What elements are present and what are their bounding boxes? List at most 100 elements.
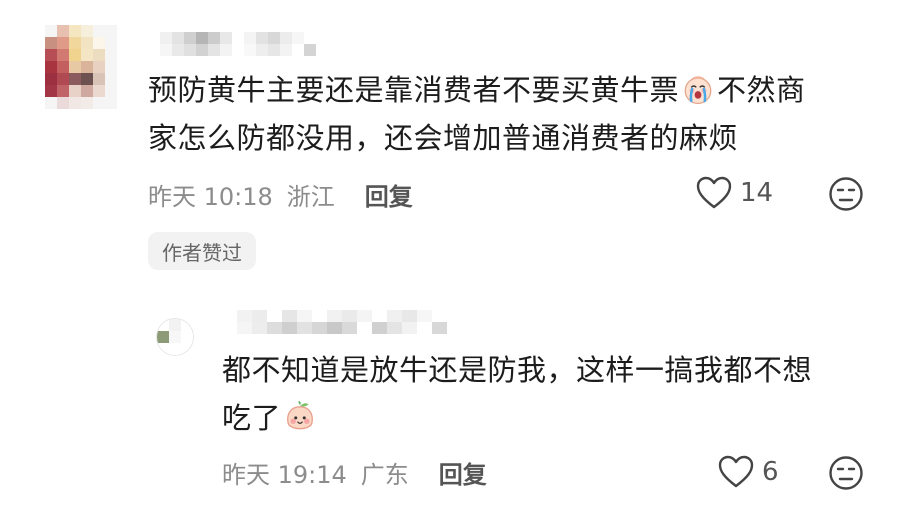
name-mosaic-cell <box>372 310 387 322</box>
name-mosaic-cell <box>237 322 252 334</box>
comment-like-count: 14 <box>740 178 774 208</box>
name-mosaic-cell <box>267 322 282 334</box>
name-mosaic-cell <box>387 310 402 322</box>
avatar-mosaic-cell <box>69 73 81 85</box>
name-mosaic-cell <box>196 44 208 56</box>
avatar-mosaic-cell <box>57 85 69 97</box>
name-mosaic-cell <box>297 322 312 334</box>
name-mosaic-cell <box>417 310 432 322</box>
avatar-mosaic-cell <box>81 37 93 49</box>
reply-reply-button[interactable]: 回复 <box>439 455 487 490</box>
name-mosaic-cell <box>357 322 372 334</box>
author-liked-badge: 作者赞过 <box>148 232 256 270</box>
name-mosaic-cell <box>328 32 340 44</box>
name-mosaic-cell <box>372 322 387 334</box>
avatar-mosaic-cell <box>181 331 193 343</box>
avatar-mosaic-cell <box>157 343 169 355</box>
commenter-name-blurred[interactable] <box>148 32 340 56</box>
name-mosaic-cell <box>220 44 232 56</box>
avatar-mosaic-cell <box>169 319 181 331</box>
name-mosaic-cell <box>148 44 160 56</box>
name-mosaic-cell <box>256 32 268 44</box>
name-mosaic-cell <box>222 310 237 322</box>
name-mosaic-cell <box>172 44 184 56</box>
name-mosaic-cell <box>357 310 372 322</box>
name-mosaic-cell <box>244 32 256 44</box>
reply-time: 昨天 19:14 <box>222 460 347 489</box>
name-mosaic-cell <box>327 310 342 322</box>
comment-time: 昨天 10:18 <box>148 182 273 211</box>
name-mosaic-cell <box>477 310 492 322</box>
avatar-mosaic-cell <box>169 331 181 343</box>
name-mosaic-cell <box>184 32 196 44</box>
avatar-mosaic-cell <box>45 49 57 61</box>
name-mosaic-cell <box>328 44 340 56</box>
avatar-mosaic-cell <box>45 61 57 73</box>
replier-name-blurred[interactable] <box>222 310 492 334</box>
reply-location: 广东 <box>360 460 409 489</box>
avatar-mosaic-cell <box>57 49 69 61</box>
avatar-mosaic-cell <box>81 49 93 61</box>
name-mosaic-cell <box>160 32 172 44</box>
avatar-mosaic-cell <box>93 85 105 97</box>
avatar-mosaic-cell <box>57 61 69 73</box>
reply-like-button[interactable]: 6 <box>718 455 779 489</box>
name-mosaic-cell <box>244 44 256 56</box>
avatar-mosaic-cell <box>181 343 193 355</box>
name-mosaic-cell <box>402 322 417 334</box>
avatar-mosaic-cell <box>57 37 69 49</box>
name-mosaic-cell <box>432 310 447 322</box>
name-mosaic-cell <box>196 32 208 44</box>
reply-like-count: 6 <box>762 457 779 487</box>
avatar-mosaic-cell <box>81 85 93 97</box>
reply-text-line2: 吃了 <box>222 401 282 435</box>
reply-text-line1: 都不知道是放牛还是防我，这样一搞我都不想 <box>222 353 813 387</box>
reply-button[interactable]: 回复 <box>365 177 413 212</box>
avatar-mosaic-cell <box>105 37 117 49</box>
avatar-mosaic-cell <box>181 319 193 331</box>
name-mosaic-cell <box>292 44 304 56</box>
name-mosaic-cell <box>402 310 417 322</box>
reply-text: 都不知道是放牛还是防我，这样一搞我都不想 吃了 <box>222 346 862 442</box>
comment-like-button[interactable]: 14 <box>696 176 773 210</box>
replier-avatar[interactable] <box>156 318 194 356</box>
name-mosaic-cell <box>280 44 292 56</box>
name-mosaic-cell <box>268 44 280 56</box>
name-mosaic-cell <box>417 322 432 334</box>
name-mosaic-cell <box>160 44 172 56</box>
name-mosaic-cell <box>297 310 312 322</box>
avatar-mosaic-cell <box>93 73 105 85</box>
heart-outline-icon <box>718 455 754 488</box>
name-mosaic-cell <box>232 32 244 44</box>
avatar-mosaic-cell <box>93 49 105 61</box>
comment-meta: 昨天 10:18 浙江 回复 <box>148 174 413 214</box>
crying-face-emoji-icon <box>684 76 712 105</box>
avatar-mosaic-cell <box>69 37 81 49</box>
name-mosaic-cell <box>292 32 304 44</box>
name-mosaic-cell <box>222 322 237 334</box>
name-mosaic-cell <box>280 32 292 44</box>
avatar-mosaic-cell <box>69 97 81 109</box>
avatar-mosaic-cell <box>57 73 69 85</box>
name-mosaic-cell <box>232 44 244 56</box>
avatar-mosaic-cell <box>93 25 105 37</box>
avatar-mosaic-cell <box>45 37 57 49</box>
comment-text-line1-tail: 不然商 <box>717 73 806 107</box>
name-mosaic-cell <box>267 310 282 322</box>
name-mosaic-cell <box>387 322 402 334</box>
avatar-mosaic-cell <box>105 25 117 37</box>
name-mosaic-cell <box>256 44 268 56</box>
avatar-mosaic-cell <box>157 319 169 331</box>
meh-face-icon[interactable] <box>828 455 864 491</box>
name-mosaic-cell <box>477 322 492 334</box>
meh-face-icon[interactable] <box>828 176 864 212</box>
commenter-avatar[interactable] <box>45 25 117 109</box>
name-mosaic-cell <box>462 310 477 322</box>
name-mosaic-cell <box>148 32 160 44</box>
name-mosaic-cell <box>208 44 220 56</box>
name-mosaic-cell <box>252 310 267 322</box>
name-mosaic-cell <box>237 310 252 322</box>
peach-smile-emoji-icon <box>287 400 313 430</box>
avatar-mosaic-cell <box>81 25 93 37</box>
name-mosaic-cell <box>342 322 357 334</box>
